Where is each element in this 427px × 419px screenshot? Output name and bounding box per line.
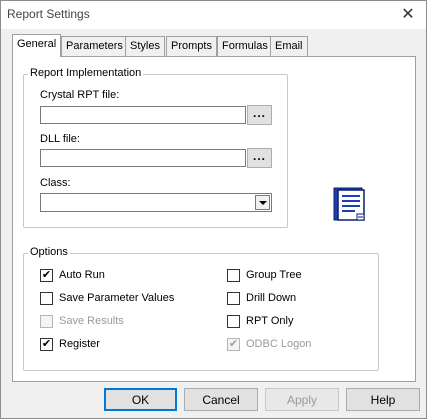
- odbc-logon-checkbox: ✔ ODBC Logon: [227, 337, 311, 351]
- dll-file-input[interactable]: [40, 149, 246, 167]
- checkbox-box: [227, 268, 240, 282]
- tab-styles[interactable]: Styles: [125, 36, 165, 56]
- crystal-rpt-browse-button[interactable]: ...: [247, 105, 272, 125]
- cancel-button[interactable]: Cancel: [184, 388, 258, 411]
- checkbox-label: ODBC Logon: [246, 338, 312, 350]
- rpt-only-checkbox[interactable]: RPT Only: [227, 314, 293, 328]
- help-button[interactable]: Help: [346, 388, 420, 411]
- checkbox-label: Save Parameter Values: [59, 292, 175, 304]
- checkbox-label: Drill Down: [246, 292, 297, 304]
- dll-file-label: DLL file:: [40, 133, 80, 145]
- save-parameter-values-checkbox[interactable]: Save Parameter Values: [40, 291, 174, 305]
- checkbox-label: Save Results: [59, 315, 124, 327]
- general-tab-panel: Report Implementation Crystal RPT file: …: [12, 56, 416, 382]
- tab-parameters[interactable]: Parameters: [61, 36, 128, 56]
- tab-email[interactable]: Email: [270, 36, 308, 56]
- tab-formulas[interactable]: Formulas: [217, 36, 273, 56]
- options-legend: Options: [28, 246, 70, 258]
- report-document-icon: [333, 187, 365, 221]
- apply-button: Apply: [265, 388, 339, 411]
- checkbox-box: ✔: [227, 337, 240, 351]
- checkbox-box: [40, 314, 53, 328]
- close-icon[interactable]: ✕: [398, 4, 418, 24]
- checkbox-label: RPT Only: [246, 315, 294, 327]
- checkbox-label: Register: [59, 338, 100, 350]
- crystal-rpt-file-label: Crystal RPT file:: [40, 89, 120, 101]
- group-tree-checkbox[interactable]: Group Tree: [227, 268, 302, 282]
- report-implementation-legend: Report Implementation: [28, 67, 144, 79]
- tab-prompts[interactable]: Prompts: [166, 36, 217, 56]
- drill-down-checkbox[interactable]: Drill Down: [227, 291, 296, 305]
- checkbox-box: ✔: [40, 268, 53, 282]
- class-select[interactable]: [40, 193, 272, 212]
- checkbox-label: Auto Run: [59, 269, 105, 281]
- checkbox-box: ✔: [40, 337, 53, 351]
- class-label: Class:: [40, 177, 71, 189]
- window-title: Report Settings: [7, 7, 90, 21]
- title-bar: Report Settings ✕: [1, 1, 426, 29]
- checkbox-label: Group Tree: [246, 269, 302, 281]
- tab-general[interactable]: General: [12, 34, 62, 57]
- auto-run-checkbox[interactable]: ✔ Auto Run: [40, 268, 105, 282]
- register-checkbox[interactable]: ✔ Register: [40, 337, 100, 351]
- chevron-down-icon[interactable]: [255, 195, 270, 210]
- dll-browse-button[interactable]: ...: [247, 148, 272, 168]
- checkbox-box: [227, 291, 240, 305]
- checkbox-box: [227, 314, 240, 328]
- save-results-checkbox: Save Results: [40, 314, 124, 328]
- checkbox-box: [40, 291, 53, 305]
- report-settings-dialog: Report Settings ✕ General Parameters Sty…: [0, 0, 427, 419]
- crystal-rpt-file-input[interactable]: [40, 106, 246, 124]
- options-group: Options ✔ Auto Run Save Parameter Values…: [23, 246, 379, 371]
- ok-button[interactable]: OK: [104, 388, 177, 411]
- report-implementation-group: Report Implementation Crystal RPT file: …: [23, 67, 288, 228]
